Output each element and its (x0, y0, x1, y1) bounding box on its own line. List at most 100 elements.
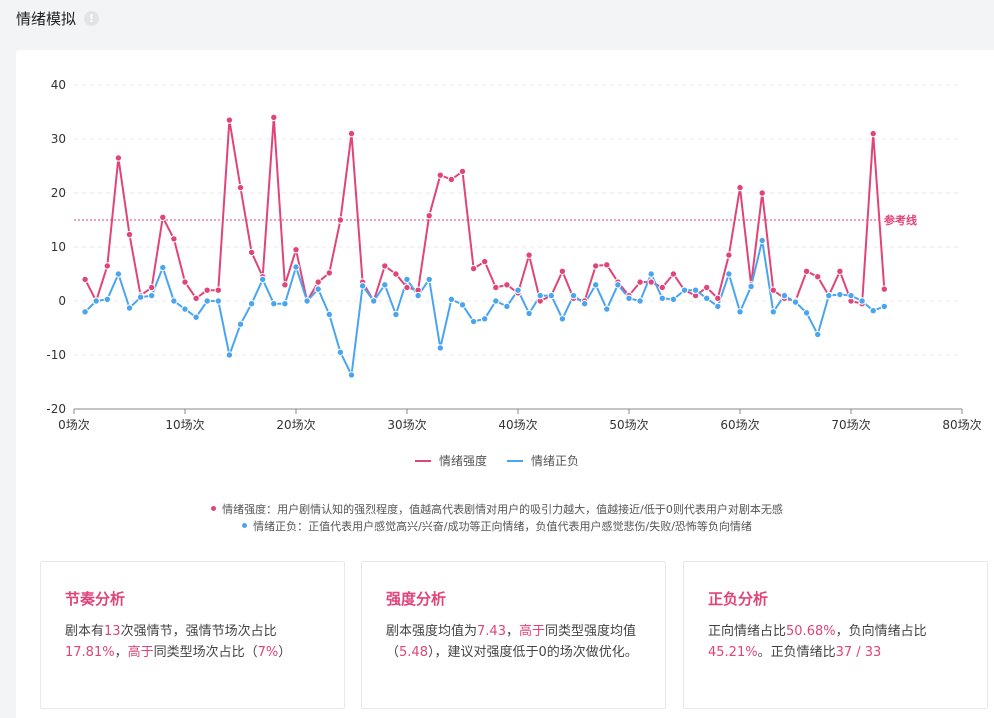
data-point-valence (703, 294, 711, 302)
data-point-valence (458, 301, 467, 309)
data-point-valence (336, 348, 345, 356)
x-tick-label: 0场次 (58, 418, 90, 432)
data-point-valence (381, 281, 389, 289)
rhythm-benchmark: 7% (257, 645, 279, 660)
data-point-valence (425, 275, 433, 284)
data-point-valence (358, 282, 367, 290)
data-point-valence (259, 275, 267, 284)
data-point-valence (148, 291, 156, 300)
intensity-text-4: ），建议对强度低于0的场次做优化。 (427, 645, 638, 660)
valence-count-ratio: 37 / 33 (835, 645, 882, 660)
intensity-mean: 7.43 (477, 624, 506, 639)
data-point-intensity (403, 283, 411, 292)
chart-notes: 情绪强度：用户剧情认知的强烈程度，值越高代表剧情对用户的吸引力越大，值越接近/低… (0, 500, 994, 534)
valence-text-2: ，负向情绪占比 (835, 624, 927, 639)
data-point-valence (125, 304, 134, 312)
data-point-valence (292, 263, 300, 271)
y-tick-label: -10 (46, 348, 66, 362)
data-point-intensity (703, 283, 711, 292)
data-point-valence (325, 310, 333, 319)
data-point-intensity (270, 113, 278, 122)
data-point-valence (558, 315, 567, 323)
rhythm-panel: 节奏分析 剧本有13次强情节，强情节场次占比 17.81%，高于同类型场次占比（7… (40, 561, 345, 709)
data-point-intensity (669, 270, 678, 278)
data-point-valence (880, 302, 888, 311)
data-point-intensity (159, 213, 167, 222)
legend-line-intensity (414, 459, 431, 462)
data-point-valence (791, 298, 800, 306)
legend-label-intensity: 情绪强度 (438, 454, 487, 468)
data-point-valence (114, 270, 123, 278)
data-point-valence (492, 297, 500, 305)
data-point-valence (236, 320, 245, 328)
data-point-valence (203, 297, 211, 305)
data-point-intensity (736, 183, 744, 192)
data-point-valence (769, 308, 777, 316)
data-point-intensity (525, 251, 533, 259)
data-point-valence (370, 297, 378, 305)
data-point-intensity (125, 230, 134, 239)
data-point-intensity (714, 294, 722, 302)
data-point-valence (847, 291, 855, 300)
y-tick-label: 30 (51, 132, 66, 146)
data-point-valence (758, 236, 766, 245)
x-tick-label: 10场次 (165, 418, 204, 432)
data-point-valence (547, 291, 555, 300)
legend-line-valence (507, 459, 523, 462)
rhythm-text-4: 同类型场次占比（ (153, 645, 258, 660)
rhythm-text-3: ， (114, 645, 128, 660)
note-text-valence: 情绪正负：正值代表用户感觉高兴/兴奋/成功等正向情绪，负值代表用户感觉悲伤/失败… (253, 519, 752, 533)
data-point-valence (636, 297, 644, 305)
x-tick-label: 30场次 (387, 418, 426, 432)
data-point-valence (603, 305, 611, 313)
data-point-valence (836, 290, 844, 299)
data-point-intensity (381, 262, 389, 270)
x-tick-label: 40场次 (498, 418, 537, 432)
data-point-intensity (314, 278, 322, 286)
data-point-valence (392, 310, 400, 319)
y-tick-label: 20 (51, 186, 66, 200)
data-point-valence (658, 294, 666, 302)
data-point-intensity (636, 278, 644, 286)
data-point-intensity (447, 175, 456, 184)
legend-label-valence: 情绪正负 (531, 454, 580, 468)
data-point-valence (214, 297, 223, 305)
rhythm-text-5: ） (278, 645, 292, 660)
data-point-intensity (592, 262, 600, 270)
x-tick-label: 60场次 (720, 418, 759, 432)
data-point-intensity (347, 129, 356, 138)
data-point-intensity (802, 267, 811, 275)
data-point-valence (281, 300, 289, 308)
data-point-valence (81, 308, 89, 316)
note-intensity: 情绪强度：用户剧情认知的强烈程度，值越高代表剧情对用户的吸引力越大，值越接近/低… (0, 500, 994, 517)
data-point-intensity (492, 283, 500, 292)
rhythm-text-1: 剧本有 (65, 624, 105, 639)
rhythm-compare: 高于 (127, 645, 154, 660)
y-tick-label: 0 (58, 294, 66, 308)
data-point-valence (447, 295, 456, 304)
legend-item-intensity[interactable]: 情绪强度 (414, 452, 487, 469)
x-tick-label: 80场次 (942, 418, 981, 432)
reference-line-label: 参考线 (884, 213, 917, 227)
data-point-valence (614, 281, 622, 289)
x-tick-label: 20场次 (276, 418, 315, 432)
data-point-valence (414, 291, 422, 300)
data-point-intensity (148, 283, 156, 292)
data-point-valence (736, 308, 744, 316)
data-point-intensity (880, 285, 888, 293)
data-point-valence (536, 291, 544, 300)
intensity-title: 强度分析 (386, 590, 447, 608)
data-point-valence (714, 302, 722, 311)
data-point-intensity (81, 275, 89, 284)
data-point-valence (525, 309, 533, 318)
intensity-text-2: ， (505, 624, 519, 639)
data-point-valence (347, 371, 356, 379)
intensity-benchmark: 5.48 (399, 645, 428, 660)
data-point-intensity (181, 278, 189, 286)
y-tick-label: -20 (46, 402, 66, 416)
data-point-valence (192, 313, 200, 321)
data-point-valence (403, 275, 411, 284)
data-point-valence (436, 344, 444, 352)
legend-item-valence[interactable]: 情绪正负 (507, 452, 579, 469)
valence-text: 正向情绪占比50.68%，负向情绪占比 45.21%。正负情绪比37 / 33 (708, 621, 963, 663)
